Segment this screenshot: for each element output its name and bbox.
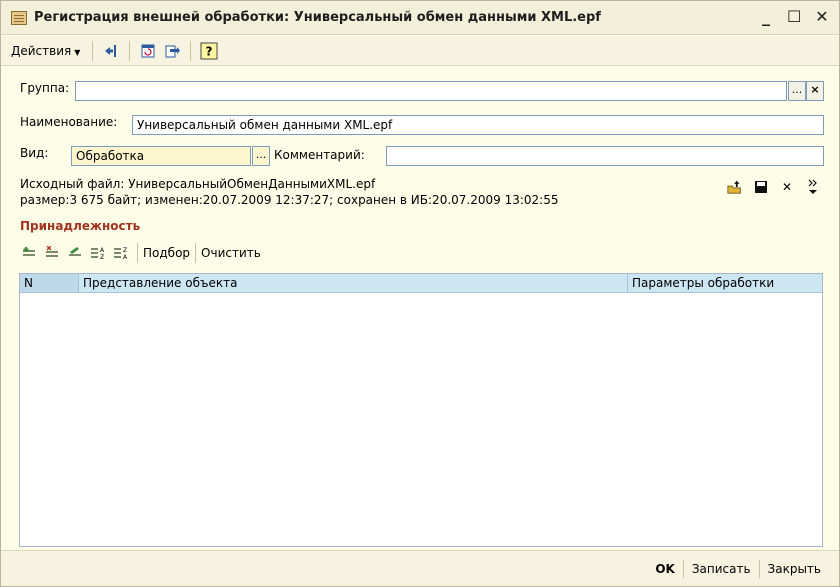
- group-row: Группа:: [20, 81, 69, 95]
- export-icon: [165, 45, 181, 57]
- name-field[interactable]: Универсальный обмен данными XML.epf: [132, 115, 824, 135]
- clear-list-button[interactable]: Очистить: [198, 246, 264, 260]
- window-controls: _ ☐ ✕: [759, 8, 829, 26]
- group-field[interactable]: [75, 81, 787, 101]
- delete-row-icon: [46, 246, 58, 257]
- group-clear-button[interactable]: ×: [806, 81, 824, 101]
- actions-menu[interactable]: Действия ▼: [11, 44, 80, 58]
- toolbar-divider: [190, 40, 192, 61]
- title-bar: Регистрация внешней обработки: Универсал…: [1, 1, 839, 35]
- open-folder-icon: [727, 180, 741, 194]
- toolbar-divider: [129, 40, 131, 61]
- kind-field[interactable]: Обработка: [71, 146, 251, 166]
- chevron-down-icon: ▼: [74, 47, 81, 57]
- kind-label: Вид:: [20, 146, 49, 160]
- edit-row-button[interactable]: [66, 244, 84, 262]
- form-icon: [11, 10, 27, 25]
- column-header-n[interactable]: N: [20, 274, 79, 292]
- add-row-icon: [23, 247, 35, 256]
- calendar-button[interactable]: [138, 41, 158, 61]
- more-actions-button[interactable]: [805, 179, 821, 195]
- comment-label: Комментарий:: [274, 148, 365, 162]
- group-label: Группа:: [20, 81, 70, 95]
- source-file-info: Исходный файл: УниверсальныйОбменДанными…: [20, 177, 376, 191]
- sort-ascending-button[interactable]: AZ: [89, 244, 107, 262]
- minimize-button[interactable]: _: [759, 8, 773, 26]
- main-toolbar: Действия ▼ ?: [1, 36, 839, 66]
- move-left-icon: [105, 44, 117, 57]
- help-button[interactable]: ?: [199, 41, 219, 61]
- move-left-button[interactable]: [101, 41, 121, 61]
- delete-row-button[interactable]: [43, 244, 61, 262]
- group-select-button[interactable]: ...: [788, 81, 806, 101]
- select-objects-button[interactable]: Подбор: [140, 246, 193, 260]
- toolbar-divider: [137, 243, 138, 263]
- sort-descending-button[interactable]: ZA: [112, 244, 130, 262]
- kind-select-button[interactable]: ...: [252, 146, 270, 166]
- svg-text:Z: Z: [100, 254, 104, 261]
- close-form-button[interactable]: Закрыть: [760, 562, 829, 576]
- save-icon: [755, 181, 767, 193]
- column-header-object[interactable]: Представление объекта: [79, 274, 628, 292]
- add-row-button[interactable]: [20, 244, 38, 262]
- export-button[interactable]: [162, 41, 182, 61]
- file-actions: ✕: [727, 179, 821, 195]
- belonging-table[interactable]: N Представление объекта Параметры обрабо…: [19, 273, 823, 547]
- delete-file-button[interactable]: ✕: [779, 179, 795, 195]
- footer-buttons: OK Записать Закрыть: [647, 560, 829, 578]
- window-title: Регистрация внешней обработки: Универсал…: [34, 10, 601, 25]
- belonging-toolbar: AZ ZA Подбор Очистить: [20, 241, 264, 265]
- name-row: Наименование:: [20, 115, 117, 129]
- calendar-icon: [141, 44, 155, 57]
- svg-text:?: ?: [206, 44, 213, 58]
- load-file-button[interactable]: [727, 179, 743, 195]
- sort-descending-icon: ZA: [114, 247, 128, 261]
- table-header: N Представление объекта Параметры обрабо…: [20, 274, 822, 293]
- column-header-parameters[interactable]: Параметры обработки: [628, 274, 822, 292]
- belonging-title: Принадлежность: [20, 219, 141, 233]
- svg-text:Z: Z: [123, 247, 127, 254]
- more-chevron-icon: [808, 179, 817, 194]
- save-button[interactable]: Записать: [684, 562, 759, 576]
- file-details-info: размер:3 675 байт; изменен:20.07.2009 12…: [20, 193, 559, 207]
- footer-bar: OK Записать Закрыть: [1, 550, 839, 586]
- registration-window: Регистрация внешней обработки: Универсал…: [0, 0, 840, 587]
- close-button[interactable]: ✕: [815, 8, 829, 26]
- sort-ascending-icon: AZ: [91, 247, 105, 261]
- comment-row: Комментарий:: [274, 148, 365, 162]
- save-file-button[interactable]: [753, 179, 769, 195]
- name-label: Наименование:: [20, 115, 118, 129]
- edit-row-icon: [69, 247, 81, 256]
- comment-field[interactable]: [386, 146, 824, 166]
- help-icon: ?: [200, 42, 218, 59]
- svg-text:A: A: [100, 247, 105, 254]
- kind-row: Вид:: [20, 146, 48, 160]
- svg-text:A: A: [123, 254, 128, 261]
- toolbar-divider: [92, 40, 94, 61]
- ok-button[interactable]: OK: [647, 562, 683, 576]
- toolbar-divider: [195, 243, 197, 263]
- maximize-button[interactable]: ☐: [787, 8, 801, 26]
